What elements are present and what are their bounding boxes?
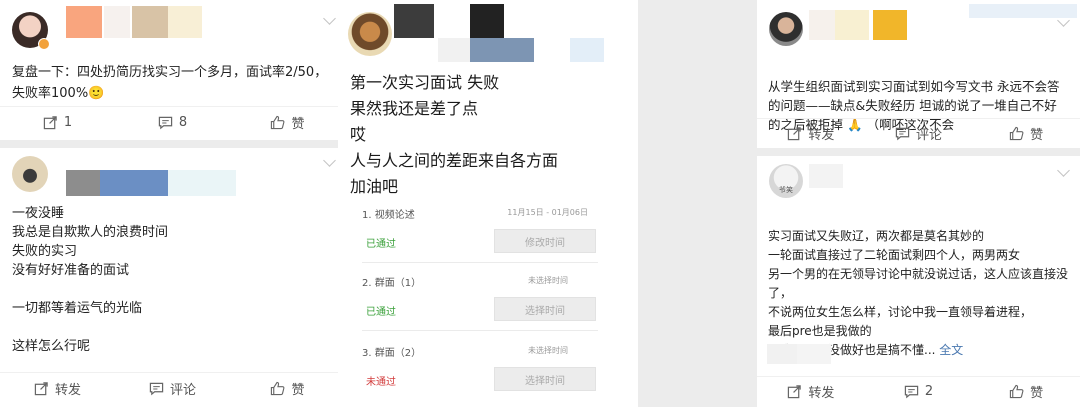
thumbs-up-icon [1010, 384, 1024, 399]
avatar[interactable] [769, 12, 803, 46]
post-card-5: 爷笑 实习面试又失败辽，两次都是莫名其妙的 一轮面试直接过了二轮面试剩四个人，两… [757, 156, 1080, 407]
like-label: 赞 [1030, 386, 1044, 401]
share-icon [43, 116, 57, 130]
avatar-label: 爷笑 [779, 186, 793, 194]
chevron-down-icon[interactable] [323, 12, 336, 25]
avatar[interactable]: 爷笑 [769, 164, 803, 198]
chevron-down-icon[interactable] [1057, 164, 1070, 177]
comment-icon [149, 382, 164, 396]
action-bar: 转发 评论 赞 [0, 372, 345, 404]
avatar[interactable] [348, 12, 392, 56]
like-button[interactable]: 赞 [230, 373, 345, 404]
interview-step-3: 3. 群面（2） 未选择时间 [362, 344, 598, 359]
thumbs-up-icon [271, 115, 285, 130]
username-redacted[interactable] [809, 164, 843, 188]
status-badge: 已通过 [366, 239, 396, 250]
like-label: 赞 [291, 383, 305, 398]
share-icon [34, 382, 48, 396]
read-more-link[interactable]: 全文 [939, 343, 963, 357]
username-redacted[interactable] [809, 10, 835, 40]
comment-icon [158, 116, 173, 130]
username-redacted [470, 38, 534, 62]
comment-count: 2 [924, 384, 934, 399]
card-separator [0, 140, 345, 148]
username-redacted[interactable] [394, 4, 434, 38]
chevron-down-icon[interactable] [323, 154, 336, 167]
divider [362, 262, 598, 263]
username-redacted [438, 38, 470, 62]
post-text: 实习面试又失败辽，两次都是莫名其妙的 一轮面试直接过了二轮面试剩四个人，两男两女… [768, 229, 1069, 357]
step-name: 1. 视频论述 [362, 210, 415, 221]
comment-icon [895, 127, 910, 141]
comment-button[interactable]: 8 [115, 107, 230, 138]
post-text: 复盘一下：四处扔简历找实习一个多月，面试率2/50，失败率100%🙂 [12, 65, 328, 101]
step-time: 11月15日 - 01月06日 [507, 208, 588, 217]
repost-button[interactable]: 转发 [757, 377, 865, 406]
step-time: 未选择时间 [528, 276, 568, 285]
post-card-2: 一夜没睡 我总是自欺欺人的浪费时间 失败的实习 没有好好准备的面试 一切都等着运… [0, 148, 345, 407]
username-redacted [835, 10, 869, 40]
thumbs-up-icon [1010, 126, 1024, 141]
interview-step-2: 2. 群面（1） 未选择时间 [362, 274, 598, 289]
username-redacted[interactable] [66, 6, 102, 38]
username-redacted [100, 170, 168, 196]
screenshot-collage: 复盘一下：四处扔简历找实习一个多月，面试率2/50，失败率100%🙂 1 8 赞… [0, 0, 1080, 407]
redacted-line [797, 344, 831, 364]
interview-step-1: 1. 视频论述 11月15日 - 01月06日 [362, 206, 598, 221]
post-text: 第一次实习面试 失败 果然我还是差了点 哎 人与人之间的差距来自各方面 加油吧 [350, 73, 559, 196]
share-icon [788, 385, 802, 399]
username-redacted[interactable] [66, 170, 100, 196]
repost-label: 转发 [808, 386, 835, 401]
avatar-badge-icon [38, 38, 50, 50]
like-button[interactable]: 赞 [230, 107, 345, 138]
thumbs-up-icon [271, 381, 285, 396]
comment-label: 评论 [916, 128, 943, 143]
step-time: 未选择时间 [528, 346, 568, 355]
like-label: 赞 [291, 117, 305, 132]
modify-time-button[interactable]: 修改时间 [494, 229, 596, 253]
repost-label: 转发 [54, 383, 81, 398]
post-text: 一夜没睡 我总是自欺欺人的浪费时间 失败的实习 没有好好准备的面试 一切都等着运… [12, 206, 169, 354]
status-badge: 已通过 [366, 307, 396, 318]
like-button[interactable]: 赞 [972, 377, 1080, 406]
select-time-button[interactable]: 选择时间 [494, 367, 596, 391]
action-bar: 1 8 赞 [0, 106, 345, 138]
repost-button[interactable]: 1 [0, 107, 115, 138]
comment-button[interactable]: 2 [865, 377, 973, 406]
username-redacted [470, 4, 504, 38]
comment-label: 评论 [169, 383, 196, 398]
like-button[interactable]: 赞 [972, 119, 1080, 148]
redacted-line [767, 344, 797, 364]
comment-button[interactable]: 评论 [115, 373, 230, 404]
post-card-1: 复盘一下：四处扔简历找实习一个多月，面试率2/50，失败率100%🙂 1 8 赞 [0, 0, 345, 140]
comment-count: 8 [178, 115, 188, 130]
post-card-4: 从学生组织面试到实习面试到如今写文书 永远不会答的问题——缺点&失败经历 坦诚的… [757, 0, 1080, 148]
comment-icon [904, 385, 919, 399]
repost-label: 转发 [808, 128, 835, 143]
username-redacted [168, 170, 236, 196]
username-redacted [873, 10, 907, 40]
select-time-button[interactable]: 选择时间 [494, 297, 596, 321]
repost-count: 1 [63, 115, 73, 130]
action-bar: 转发 评论 赞 [757, 118, 1080, 148]
avatar[interactable] [12, 156, 48, 192]
repost-button[interactable]: 转发 [0, 373, 115, 404]
repost-button[interactable]: 转发 [757, 119, 865, 148]
card-separator [757, 148, 1080, 156]
like-label: 赞 [1030, 128, 1044, 143]
share-icon [788, 127, 802, 141]
step-name: 2. 群面（1） [362, 278, 422, 289]
step-name: 3. 群面（2） [362, 348, 422, 359]
divider [362, 330, 598, 331]
username-redacted [570, 38, 604, 62]
comment-button[interactable]: 评论 [865, 119, 973, 148]
username-redacted [132, 6, 168, 38]
username-redacted [168, 6, 202, 38]
username-redacted [104, 6, 130, 38]
action-bar: 转发 2 赞 [757, 376, 1080, 406]
status-badge: 未通过 [366, 377, 396, 388]
